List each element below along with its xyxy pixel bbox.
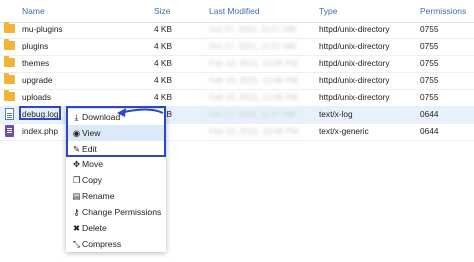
column-header-permissions[interactable]: Permissions	[420, 6, 466, 16]
file-permissions: 0644	[420, 126, 439, 136]
file-modified: Oct 27, 2021, 11:57 AM	[209, 109, 296, 119]
file-type: text/x-log	[319, 109, 353, 119]
menu-item-view[interactable]: ◉ View	[66, 125, 166, 141]
menu-item-delete[interactable]: ✖ Delete	[66, 220, 166, 236]
context-menu: ⤓ Download ◉ View ✎ Edit ✥ Move ❐ Copy ▤…	[66, 109, 166, 252]
file-permissions: 0755	[420, 92, 439, 102]
file-modified: Feb 10, 2021, 12:05 PM	[209, 58, 299, 68]
column-header-last-modified[interactable]: Last Modified	[209, 6, 260, 16]
column-header-name[interactable]: Name	[22, 6, 45, 16]
file-permissions: 0755	[420, 58, 439, 68]
file-name: uploads	[22, 92, 52, 102]
file-modified: Oct 27, 2021, 11:57 AM	[209, 24, 296, 34]
copy-icon: ❐	[72, 175, 81, 185]
file-type: httpd/unix-directory	[319, 58, 390, 68]
folder-icon	[4, 90, 15, 101]
column-header-size[interactable]: Size	[154, 6, 171, 16]
table-row[interactable]: upgrade 4 KB Feb 10, 2021, 12:06 PM http…	[0, 72, 474, 90]
menu-item-copy[interactable]: ❐ Copy	[66, 172, 166, 188]
folder-icon	[4, 39, 15, 50]
folder-icon	[4, 22, 15, 33]
file-name: themes	[22, 58, 50, 68]
file-permissions: 0644	[420, 109, 439, 119]
log-file-icon	[5, 108, 14, 120]
move-icon: ✥	[72, 159, 81, 169]
table-row[interactable]: uploads 4 KB Feb 10, 2021, 12:06 PM http…	[0, 89, 474, 107]
pencil-icon: ✎	[72, 144, 81, 154]
compress-icon: ⤡	[73, 239, 80, 249]
folder-icon	[4, 73, 15, 84]
file-modified: Oct 27, 2021, 11:57 AM	[209, 41, 296, 51]
file-permissions: 0755	[420, 24, 439, 34]
file-permissions: 0755	[420, 75, 439, 85]
file-name: upgrade	[22, 75, 53, 85]
table-header: Name Size Last Modified Type Permissions	[0, 0, 474, 23]
menu-item-move[interactable]: ✥ Move	[66, 156, 166, 172]
file-type: httpd/unix-directory	[319, 41, 390, 51]
table-row[interactable]: mu-plugins 4 KB Oct 27, 2021, 11:57 AM h…	[0, 21, 474, 39]
file-size: 4 KB	[154, 41, 172, 51]
file-modified: Feb 10, 2021, 12:06 PM	[209, 75, 299, 85]
menu-item-edit[interactable]: ✎ Edit	[66, 141, 166, 157]
file-type: httpd/unix-directory	[319, 24, 390, 34]
file-size: 4 KB	[154, 75, 172, 85]
file-size: 4 KB	[154, 92, 172, 102]
file-permissions: 0755	[420, 41, 439, 51]
arrow-left-icon	[117, 108, 164, 117]
file-name: plugins	[22, 41, 49, 51]
file-name: index.php	[22, 126, 58, 136]
delete-icon: ✖	[72, 223, 81, 233]
download-icon: ⤓	[74, 112, 79, 122]
file-type: httpd/unix-directory	[319, 75, 390, 85]
file-modified: Feb 10, 2021, 12:06 PM	[209, 126, 299, 136]
eye-icon: ◉	[72, 128, 81, 138]
table-row[interactable]: themes 4 KB Feb 10, 2021, 12:05 PM httpd…	[0, 55, 474, 73]
menu-item-change-permissions[interactable]: ⚷ Change Permissions	[66, 204, 166, 220]
folder-icon	[4, 56, 15, 67]
file-type: text/x-generic	[319, 126, 369, 136]
file-modified: Feb 10, 2021, 12:06 PM	[209, 92, 299, 102]
file-type: httpd/unix-directory	[319, 92, 390, 102]
menu-item-compress[interactable]: ⤡ Compress	[66, 236, 166, 252]
php-file-icon	[5, 125, 14, 137]
filename-highlight-box	[19, 106, 61, 120]
menu-item-rename[interactable]: ▤ Rename	[66, 188, 166, 204]
key-icon: ⚷	[73, 207, 80, 217]
rename-icon: ▤	[72, 191, 81, 201]
file-size: 4 KB	[154, 24, 172, 34]
column-header-type[interactable]: Type	[319, 6, 337, 16]
file-size: 4 KB	[154, 58, 172, 68]
file-name: mu-plugins	[22, 24, 63, 34]
table-row[interactable]: plugins 4 KB Oct 27, 2021, 11:57 AM http…	[0, 38, 474, 56]
